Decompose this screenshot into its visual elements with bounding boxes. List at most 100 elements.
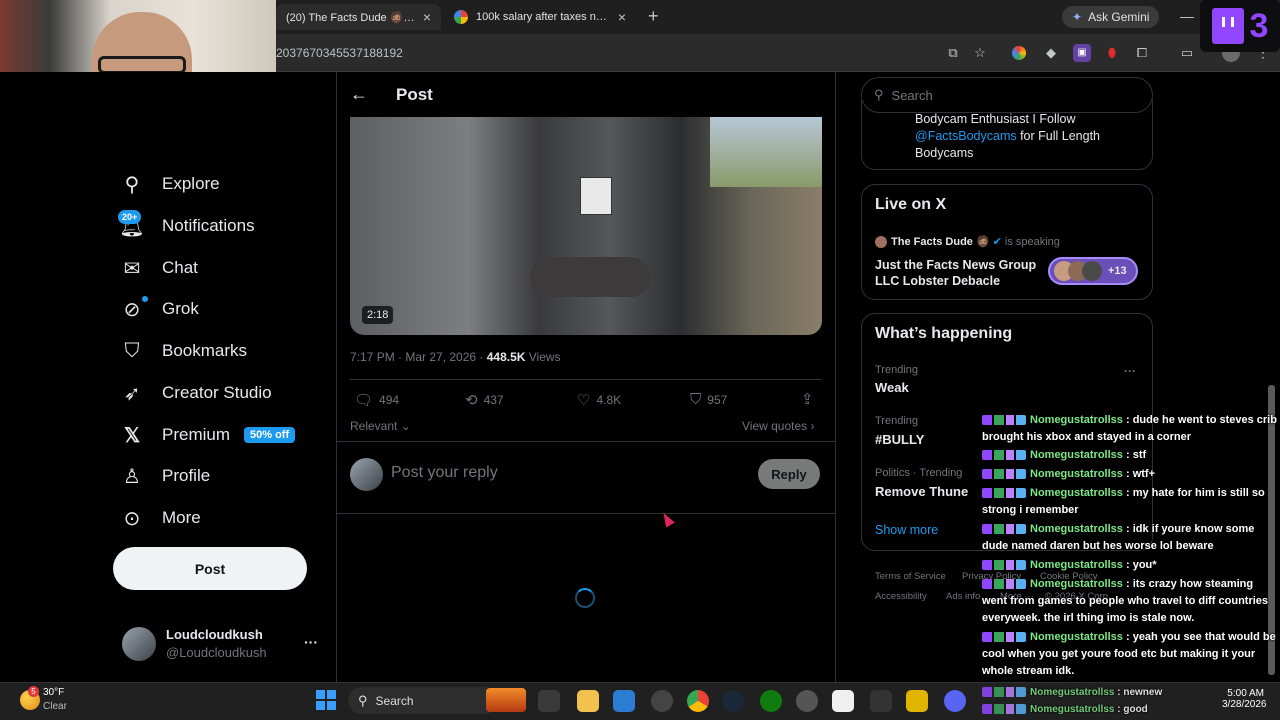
more-icon[interactable]: ··· — [1124, 364, 1136, 378]
reply-input[interactable]: Post your reply — [391, 464, 498, 482]
twitch-overlay: 3 — [1200, 0, 1280, 52]
account-handle: @Loudcloudkush — [166, 645, 267, 660]
close-icon[interactable]: × — [612, 9, 626, 25]
reply-button[interactable]: Reply — [758, 459, 820, 489]
calculator-icon[interactable] — [832, 690, 854, 712]
footer-terms[interactable]: Terms of Service — [875, 571, 946, 582]
views-count: 448.5K — [486, 350, 526, 364]
post-button[interactable]: Post — [113, 547, 307, 590]
steam-icon[interactable] — [722, 690, 744, 712]
twitch-extension-icon[interactable]: ▣ — [1073, 44, 1091, 62]
extension-icon[interactable] — [1012, 46, 1026, 60]
sort-dropdown[interactable]: Relevant ⌄ — [350, 419, 411, 433]
rocket-icon: ➶ — [123, 382, 141, 405]
star-icon[interactable]: ☆ — [971, 44, 989, 62]
chat-message: Nomegustatrollss : you* — [982, 557, 1280, 574]
twitch-icon — [1211, 8, 1244, 44]
divider — [350, 379, 822, 380]
nav-premium[interactable]: 𝕏 Premium — [118, 417, 230, 453]
trend-name[interactable]: #BULLY — [875, 432, 924, 447]
reply-count-button[interactable]: 🗨︎ 494 — [354, 391, 399, 409]
clock[interactable]: 5:00 AM 3/28/2026 — [1222, 688, 1267, 710]
show-more-link[interactable]: Show more — [875, 523, 938, 537]
account-name[interactable]: Loudcloudkush — [166, 627, 263, 642]
share-icon[interactable]: ⇪ — [801, 390, 814, 408]
new-tab-button[interactable]: + — [648, 6, 659, 27]
app-icon[interactable] — [870, 690, 892, 712]
sidebar-icon[interactable]: ▭ — [1178, 44, 1196, 62]
discord-icon[interactable] — [944, 690, 966, 712]
nav-more[interactable]: ⊙ More — [118, 500, 201, 536]
app-icon[interactable] — [906, 690, 928, 712]
space-title[interactable]: Just the Facts News Group LLC Lobster De… — [875, 257, 1045, 289]
trend-context: Trending — [875, 415, 919, 427]
twitch-count: 3 — [1249, 6, 1269, 45]
taskbar-search[interactable]: ⚲ Search — [348, 687, 498, 714]
browser-tab-google[interactable]: 100k salary after taxes nyc - Go × — [444, 4, 636, 30]
footer-accessibility[interactable]: Accessibility — [875, 591, 927, 602]
nav-creator-studio[interactable]: ➶ Creator Studio — [118, 375, 272, 411]
nav-bookmarks[interactable]: ⛉ Bookmarks — [118, 333, 248, 369]
xbox-icon[interactable] — [760, 690, 782, 712]
extension-icon[interactable]: ⬮ — [1103, 44, 1121, 62]
nav-label: Premium — [162, 425, 231, 444]
browser-tab-x[interactable]: (20) The Facts Dude 🧔🏽 on X: "J × — [276, 4, 441, 30]
app-icon[interactable] — [796, 690, 818, 712]
view-quotes-link[interactable]: View quotes › — [742, 419, 815, 433]
task-view-icon[interactable] — [538, 690, 560, 712]
tab-label: 100k salary after taxes nyc - Go — [476, 11, 612, 23]
like-button[interactable]: ♡ 4.8K — [577, 391, 621, 409]
mail-icon: ✉ — [123, 257, 141, 280]
account-menu-icon[interactable]: ··· — [304, 634, 318, 650]
timestamp-text: 7:17 PM · Mar 27, 2026 · — [350, 350, 487, 364]
chat-username: Nomegustatrollss — [1030, 687, 1115, 698]
trend-name[interactable]: Remove Thune — [875, 484, 968, 499]
minimize-icon[interactable]: — — [1180, 8, 1194, 24]
repost-icon: ⟲ — [465, 392, 478, 409]
nav-chat[interactable]: ✉ Chat — [118, 250, 198, 286]
chat-message: Nomegustatrollss : my hate for him is st… — [982, 485, 1280, 519]
app-icon[interactable] — [651, 690, 673, 712]
puzzle-icon[interactable]: ⧠ — [1133, 44, 1151, 62]
nav-label: Creator Studio — [162, 383, 272, 402]
divider — [337, 441, 835, 442]
chrome-icon[interactable] — [687, 690, 709, 712]
nav-profile[interactable]: ♙ Profile — [118, 458, 210, 494]
store-icon[interactable] — [613, 690, 635, 712]
listeners-pill[interactable]: +13 — [1048, 257, 1138, 285]
search-icon: ⚲ — [124, 173, 140, 196]
chat-badges-icon — [982, 469, 1026, 480]
chat-badges-icon — [982, 632, 1026, 643]
live-title: Live on X — [875, 196, 947, 213]
views-label: Views — [525, 350, 561, 364]
url-field[interactable]: 2037670345537188192 — [276, 46, 403, 60]
footer-ads[interactable]: Ads info — [946, 591, 980, 602]
chat-message: Nomegustatrollss : stf — [982, 447, 1280, 464]
chevron-right-icon: › — [807, 419, 815, 433]
video-player[interactable] — [350, 117, 822, 335]
chat-badges-icon — [982, 560, 1026, 571]
repost-button[interactable]: ⟲ 437 — [465, 391, 504, 409]
chat-username: Nomegustatrollss — [1030, 414, 1123, 426]
like-count: 4.8K — [596, 393, 622, 407]
extension-icon[interactable]: ◆ — [1042, 44, 1060, 62]
ask-gemini-button[interactable]: ✦ Ask Gemini — [1062, 6, 1160, 28]
install-app-icon[interactable]: ⧉ — [944, 44, 962, 62]
chat-username: Nomegustatrollss — [1030, 631, 1123, 643]
close-icon[interactable]: × — [417, 9, 431, 25]
back-arrow-icon[interactable]: ← — [350, 84, 368, 105]
file-explorer-icon[interactable] — [577, 690, 599, 712]
nav-explore[interactable]: ⚲ Explore — [118, 166, 220, 202]
avatar[interactable] — [122, 627, 156, 661]
chat-message: Nomegustatrollss : wtf+ — [982, 466, 1280, 483]
windows-start-icon[interactable] — [316, 690, 336, 710]
bookmark-button[interactable]: ⛉ 957 — [690, 391, 727, 408]
widget-icon[interactable] — [486, 688, 526, 712]
bio-link[interactable]: @FactsBodycams — [915, 129, 1017, 143]
nav-grok[interactable]: ⊘ Grok — [118, 291, 199, 327]
loading-spinner-icon — [575, 588, 595, 608]
trend-name[interactable]: Weak — [875, 380, 909, 395]
verified-icon: ✔ — [992, 236, 1002, 248]
live-host[interactable]: The Facts Dude 🧔🏽 ✔ is speaking — [875, 235, 1060, 248]
divider — [337, 513, 835, 514]
